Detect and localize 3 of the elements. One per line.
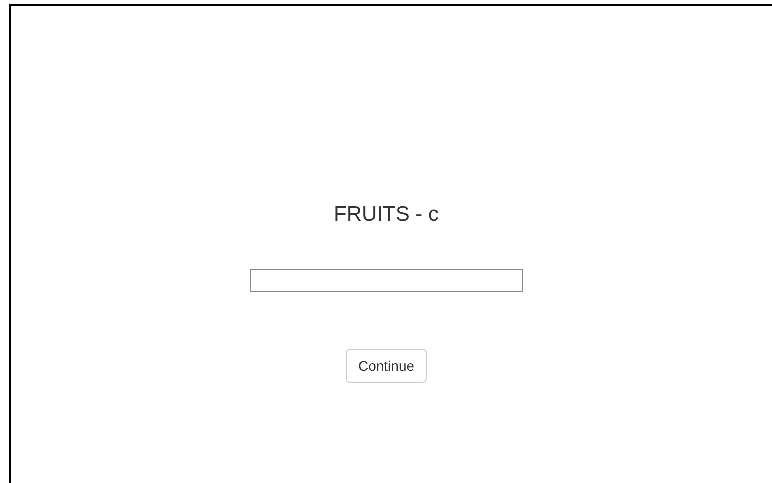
answer-field[interactable] xyxy=(250,269,523,292)
continue-button[interactable]: Continue xyxy=(346,349,427,383)
question-title: FRUITS - c xyxy=(334,203,439,227)
